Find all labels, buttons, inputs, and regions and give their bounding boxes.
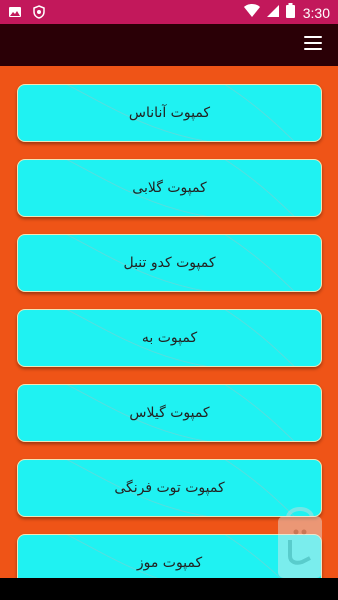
status-notifications xyxy=(8,4,46,23)
app-screen: 3:30 کمپوت آناناس کمپوت گلابی کمپوت کدو … xyxy=(0,0,338,600)
list-item-label: کمپوت گلابی xyxy=(132,180,207,196)
list-item-label: کمپوت موز xyxy=(136,555,203,571)
list-item-label: کمپوت آناناس xyxy=(128,105,211,121)
image-icon xyxy=(8,4,22,23)
list-item[interactable]: کمپوت به xyxy=(17,309,322,367)
list-item-label: کمپوت به xyxy=(141,330,198,346)
list-item-label: کمپوت گیلاس xyxy=(129,405,210,421)
wifi-icon xyxy=(243,3,260,22)
status-system: 3:30 xyxy=(243,3,330,22)
app-toolbar xyxy=(0,24,338,66)
shopping-bag-icon xyxy=(274,500,326,580)
status-bar: 3:30 xyxy=(0,0,338,24)
list-item[interactable]: کمپوت گیلاس xyxy=(17,384,322,442)
list-item[interactable]: کمپوت گلابی xyxy=(17,159,322,217)
system-nav-bar xyxy=(0,578,338,600)
status-time: 3:30 xyxy=(302,4,330,21)
list-item-label: کمپوت کدو تنبل xyxy=(123,255,216,271)
shield-icon xyxy=(32,4,46,23)
signal-icon xyxy=(266,3,280,22)
list-item[interactable]: کمپوت کدو تنبل xyxy=(17,234,322,292)
list-item[interactable]: کمپوت آناناس xyxy=(17,84,322,142)
list-item-label: کمپوت توت فرنگی xyxy=(114,480,225,496)
hamburger-menu-icon[interactable] xyxy=(304,36,324,54)
battery-icon xyxy=(285,3,295,22)
